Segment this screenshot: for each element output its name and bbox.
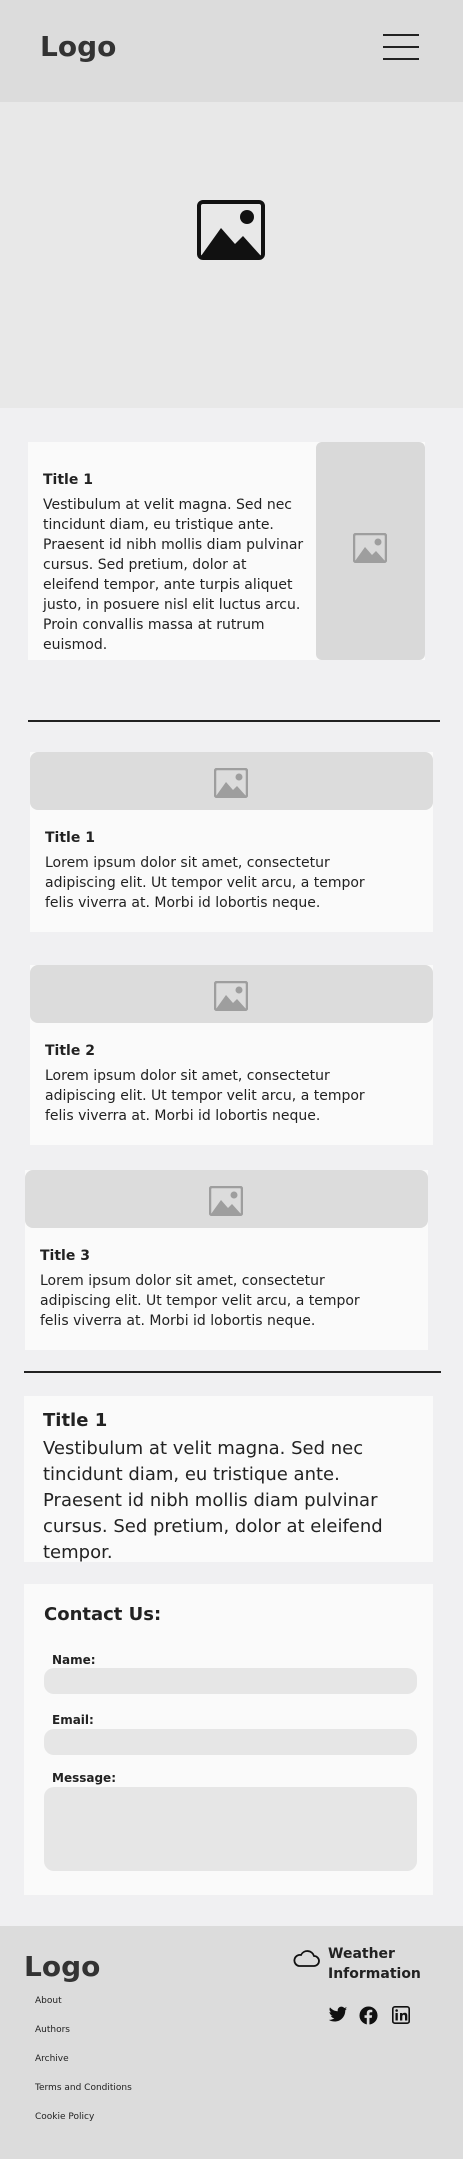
image-placeholder-icon: [209, 1186, 243, 1216]
card-text: Lorem ipsum dolor sit amet, consectetur …: [45, 1068, 365, 1124]
feature-card-image: [316, 442, 425, 660]
weather-information[interactable]: Weather Information: [328, 1944, 438, 1984]
message-field[interactable]: [44, 1787, 417, 1871]
card: Title 3 Lorem ipsum dolor sit amet, cons…: [25, 1170, 428, 1350]
card-title: Title 1: [45, 830, 95, 846]
card-title: Title 2: [45, 1043, 95, 1059]
footer-link-terms[interactable]: Terms and Conditions: [35, 2083, 132, 2093]
card: Title 1 Lorem ipsum dolor sit amet, cons…: [30, 752, 433, 932]
contact-heading: Contact Us:: [44, 1604, 162, 1625]
card-image: [30, 752, 433, 810]
image-placeholder-icon: [214, 768, 248, 798]
divider: [28, 720, 440, 722]
image-placeholder-icon: [197, 200, 265, 260]
card-image: [25, 1170, 428, 1228]
card: Title 2 Lorem ipsum dolor sit amet, cons…: [30, 965, 433, 1145]
footer-link-about[interactable]: About: [35, 1996, 62, 2006]
logo[interactable]: Logo: [40, 30, 116, 63]
email-field[interactable]: [44, 1729, 417, 1755]
contact-form: Contact Us: Name: Email: Message:: [24, 1584, 433, 1895]
text-block-text: Vestibulum at velit magna. Sed nec tinci…: [43, 1438, 383, 1563]
footer-link-cookie-policy[interactable]: Cookie Policy: [35, 2112, 94, 2122]
footer: Logo About Authors Archive Terms and Con…: [0, 1926, 463, 2159]
linkedin-icon[interactable]: [392, 2006, 410, 2024]
divider: [24, 1371, 441, 1373]
header: Logo: [0, 0, 463, 102]
footer-logo[interactable]: Logo: [24, 1950, 100, 1983]
feature-card-text: Vestibulum at velit magna. Sed nec tinci…: [43, 497, 304, 653]
text-block-title: Title 1: [43, 1410, 108, 1431]
email-label: Email:: [52, 1713, 94, 1727]
hero-banner: [0, 102, 463, 408]
card-text: Lorem ipsum dolor sit amet, consectetur …: [40, 1273, 360, 1329]
footer-link-authors[interactable]: Authors: [35, 2025, 70, 2035]
card-title: Title 3: [40, 1248, 90, 1264]
card-text: Lorem ipsum dolor sit amet, consectetur …: [45, 855, 365, 911]
footer-link-archive[interactable]: Archive: [35, 2054, 69, 2064]
text-block: Title 1 Vestibulum at velit magna. Sed n…: [24, 1396, 433, 1563]
name-field[interactable]: [44, 1668, 417, 1694]
feature-card: Title 1 Vestibulum at velit magna. Sed n…: [28, 442, 425, 660]
card-image: [30, 965, 433, 1023]
twitter-icon[interactable]: [328, 2006, 348, 2024]
image-placeholder-icon: [353, 533, 387, 563]
image-placeholder-icon: [214, 981, 248, 1011]
facebook-icon[interactable]: [359, 2006, 378, 2025]
message-label: Message:: [52, 1771, 116, 1785]
name-label: Name:: [52, 1653, 96, 1667]
cloud-icon: [293, 1950, 320, 1967]
hamburger-icon[interactable]: [383, 34, 419, 60]
feature-card-title: Title 1: [43, 472, 93, 488]
